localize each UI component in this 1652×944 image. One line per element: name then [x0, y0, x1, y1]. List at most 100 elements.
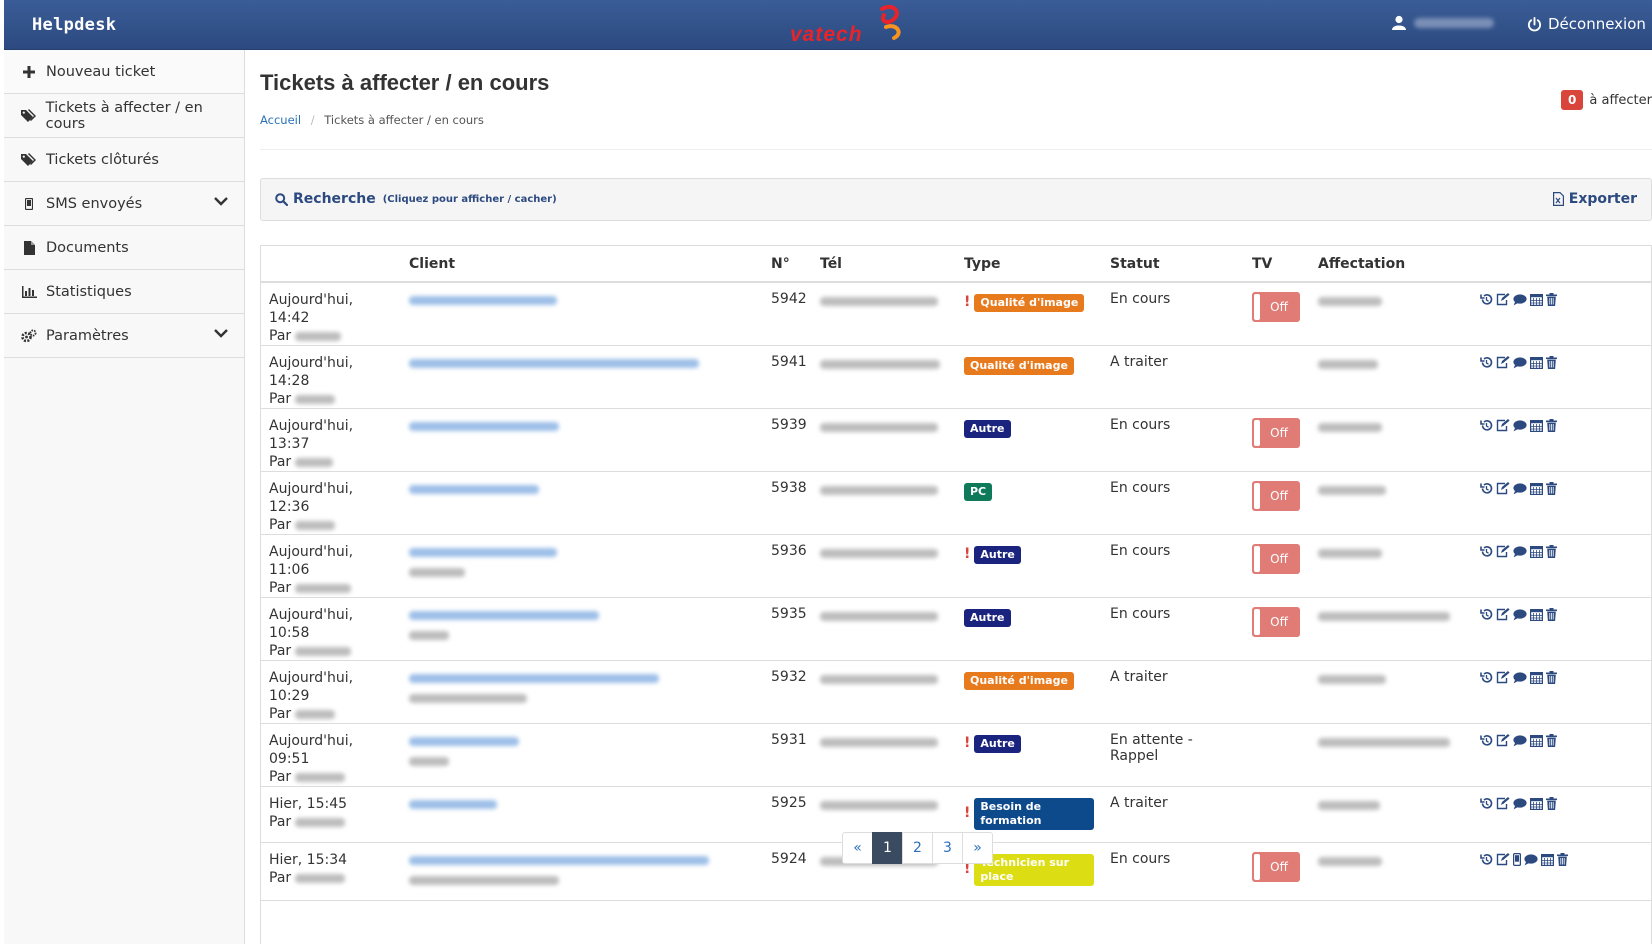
comment-icon[interactable] — [1513, 419, 1527, 432]
history-icon[interactable] — [1480, 356, 1493, 369]
sidebar-item-open-tickets[interactable]: Tickets à affecter / en cours — [4, 94, 244, 138]
chevron-down-icon[interactable] — [214, 328, 228, 338]
client-link[interactable] — [409, 669, 755, 687]
pagination-page-1[interactable]: 1 — [872, 832, 903, 864]
to-assign-indicator[interactable]: 0 à affecter — [1561, 90, 1652, 110]
header-client[interactable]: Client — [401, 246, 763, 283]
table-row[interactable]: Aujourd'hui, 10:58 Par 5935 Autre En cours Of… — [261, 597, 1652, 661]
comment-icon[interactable] — [1513, 797, 1527, 810]
comment-icon[interactable] — [1513, 545, 1527, 558]
comment-icon[interactable] — [1513, 734, 1527, 747]
logout-button[interactable]: Déconnexion — [1527, 15, 1646, 33]
table-row[interactable]: Aujourd'hui, 10:29 Par 5932 Qualité d'image… — [261, 660, 1652, 724]
edit-icon[interactable] — [1496, 608, 1510, 621]
sidebar-item-sms[interactable]: SMS envoyés — [4, 182, 244, 226]
edit-icon[interactable] — [1496, 482, 1510, 495]
cell-client[interactable] — [401, 534, 763, 598]
sidebar-item-settings[interactable]: Paramètres — [4, 314, 244, 358]
history-icon[interactable] — [1480, 608, 1493, 621]
sidebar-item-closed-tickets[interactable]: Tickets clôturés — [4, 138, 244, 182]
header-assignment[interactable]: Affectation — [1310, 246, 1466, 283]
tv-toggle[interactable]: Off — [1252, 607, 1300, 637]
tv-toggle[interactable]: Off — [1252, 481, 1300, 511]
tv-toggle[interactable]: Off — [1252, 544, 1300, 574]
cell-client[interactable] — [401, 723, 763, 787]
cell-client[interactable] — [401, 660, 763, 724]
comment-icon[interactable] — [1513, 356, 1527, 369]
history-icon[interactable] — [1480, 734, 1493, 747]
history-icon[interactable] — [1480, 293, 1493, 306]
edit-icon[interactable] — [1496, 356, 1510, 369]
table-row[interactable]: Aujourd'hui, 14:28 Par 5941 Qualité d'image… — [261, 345, 1652, 409]
search-panel[interactable]: Recherche (Cliquez pour afficher / cache… — [260, 178, 1652, 221]
header-type[interactable]: Type — [956, 246, 1102, 283]
trash-icon[interactable] — [1546, 608, 1557, 621]
edit-icon[interactable] — [1496, 797, 1510, 810]
calendar-icon[interactable] — [1530, 734, 1543, 747]
trash-icon[interactable] — [1546, 671, 1557, 684]
header-tv[interactable]: TV — [1244, 246, 1310, 283]
pagination-prev[interactable]: « — [842, 832, 873, 864]
client-link[interactable] — [409, 606, 755, 624]
cell-client[interactable] — [401, 408, 763, 472]
table-row[interactable]: Aujourd'hui, 13:37 Par 5939 Autre En cours Of… — [261, 408, 1652, 472]
header-phone[interactable]: Tél — [812, 246, 956, 283]
table-row[interactable]: Aujourd'hui, 11:06 Par 5936! Autre En cours O… — [261, 534, 1652, 598]
trash-icon[interactable] — [1546, 293, 1557, 306]
sms-icon[interactable] — [1513, 853, 1521, 866]
edit-icon[interactable] — [1496, 734, 1510, 747]
history-icon[interactable] — [1480, 853, 1493, 866]
table-row[interactable]: Aujourd'hui, 12:36 Par 5938 PC En cours Off — [261, 471, 1652, 535]
tv-toggle[interactable]: Off — [1252, 852, 1300, 882]
cell-client[interactable] — [401, 842, 763, 901]
table-row[interactable]: Aujourd'hui, 14:42 Par 5942! Qualité d'imag… — [261, 282, 1652, 346]
client-link[interactable] — [409, 417, 755, 435]
calendar-icon[interactable] — [1530, 482, 1543, 495]
header-number[interactable]: N° — [763, 246, 812, 283]
client-link[interactable] — [409, 732, 755, 750]
client-link[interactable] — [409, 291, 755, 309]
edit-icon[interactable] — [1496, 293, 1510, 306]
history-icon[interactable] — [1480, 482, 1493, 495]
edit-icon[interactable] — [1496, 545, 1510, 558]
calendar-icon[interactable] — [1530, 419, 1543, 432]
cell-client[interactable] — [401, 282, 763, 346]
history-icon[interactable] — [1480, 797, 1493, 810]
export-button[interactable]: Exporter — [1552, 191, 1637, 207]
pagination-next[interactable]: » — [962, 832, 993, 864]
calendar-icon[interactable] — [1541, 853, 1554, 866]
chevron-down-icon[interactable] — [214, 196, 228, 206]
history-icon[interactable] — [1480, 671, 1493, 684]
client-link[interactable] — [409, 543, 755, 561]
calendar-icon[interactable] — [1530, 293, 1543, 306]
header-date[interactable] — [261, 246, 401, 283]
pagination-page-2[interactable]: 2 — [902, 832, 933, 864]
breadcrumb-home-link[interactable]: Accueil — [260, 113, 301, 127]
trash-icon[interactable] — [1546, 545, 1557, 558]
history-icon[interactable] — [1480, 545, 1493, 558]
calendar-icon[interactable] — [1530, 671, 1543, 684]
client-link[interactable] — [409, 851, 755, 869]
trash-icon[interactable] — [1546, 419, 1557, 432]
cell-client[interactable] — [401, 786, 763, 843]
history-icon[interactable] — [1480, 419, 1493, 432]
edit-icon[interactable] — [1496, 853, 1510, 866]
calendar-icon[interactable] — [1530, 608, 1543, 621]
calendar-icon[interactable] — [1530, 356, 1543, 369]
trash-icon[interactable] — [1546, 797, 1557, 810]
pagination-page-3[interactable]: 3 — [932, 832, 963, 864]
sidebar-item-statistics[interactable]: Statistiques — [4, 270, 244, 314]
trash-icon[interactable] — [1557, 853, 1568, 866]
search-toggle[interactable]: Recherche (Cliquez pour afficher / cache… — [275, 191, 557, 207]
cell-client[interactable] — [401, 471, 763, 535]
client-link[interactable] — [409, 480, 755, 498]
client-link[interactable] — [409, 795, 755, 813]
client-link[interactable] — [409, 354, 755, 372]
user-menu[interactable] — [1392, 15, 1494, 30]
trash-icon[interactable] — [1546, 356, 1557, 369]
cell-client[interactable] — [401, 345, 763, 409]
comment-icon[interactable] — [1513, 293, 1527, 306]
comment-icon[interactable] — [1513, 608, 1527, 621]
sidebar-item-new-ticket[interactable]: Nouveau ticket — [4, 50, 244, 94]
edit-icon[interactable] — [1496, 671, 1510, 684]
